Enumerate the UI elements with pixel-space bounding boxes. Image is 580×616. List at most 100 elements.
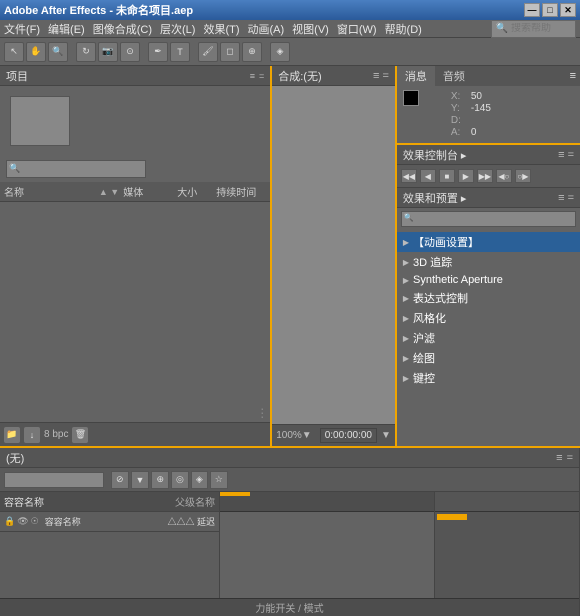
menu-effects[interactable]: 效果(T)	[203, 21, 239, 37]
item-label: 【动画设置】	[413, 234, 479, 250]
list-item[interactable]: ▶ 表达式控制	[397, 288, 580, 308]
ec-skip-back[interactable]: ◀◀	[401, 169, 417, 183]
brush-tool[interactable]: 🖌	[198, 42, 218, 62]
import-button[interactable]: ↓	[24, 427, 40, 443]
eraser-tool[interactable]: ◻	[220, 42, 240, 62]
comp-panel-title: 合成:(无)	[278, 68, 321, 84]
timeline-status: 力能开关 / 模式	[0, 598, 579, 616]
maximize-button[interactable]: □	[542, 3, 558, 17]
tl-btn-3[interactable]: ⊕	[151, 471, 169, 489]
trash-button[interactable]: 🗑	[72, 427, 88, 443]
zoom-tool[interactable]: 🔍	[48, 42, 68, 62]
col-duration-header: 持续时间	[216, 184, 266, 199]
menu-file[interactable]: 文件(F)	[4, 21, 40, 37]
sort-icon: ▲ ▼	[99, 187, 119, 197]
stamp-tool[interactable]: ⊕	[242, 42, 262, 62]
ec-back[interactable]: ◀	[420, 169, 436, 183]
tl-btn-1[interactable]: ⊘	[111, 471, 129, 489]
rotate-tool[interactable]: ↻	[76, 42, 96, 62]
info-row-y: Y: -145	[451, 103, 491, 114]
info-row-a: A: 0	[451, 127, 491, 138]
help-search-input[interactable]	[511, 23, 571, 34]
file-list[interactable]: ⋮	[0, 202, 270, 422]
tab-info[interactable]: 消息	[397, 66, 435, 86]
ec-next-key[interactable]: ○▶	[515, 169, 531, 183]
list-item[interactable]: ▶ 3D 追踪	[397, 252, 580, 272]
menu-help[interactable]: 帮助(D)	[385, 21, 422, 37]
new-folder-button[interactable]: 📁	[4, 427, 20, 443]
ep-search-input[interactable]	[401, 211, 576, 227]
list-item[interactable]: ▶ 风格化	[397, 308, 580, 328]
effects-presets-panel: 效果和预置 ▸ ≡ = 🔍 ▶ 【动画设置】 ▶ 3D	[397, 188, 580, 446]
list-item[interactable]: ▶ 键控	[397, 368, 580, 388]
tl-menu[interactable]: ≡	[556, 452, 562, 464]
ec-stop[interactable]: ■	[439, 169, 455, 183]
tl-btn-6[interactable]: ☆	[210, 471, 228, 489]
list-item[interactable]: ▶ 沪滤	[397, 328, 580, 348]
menu-composition[interactable]: 图像合成(C)	[93, 21, 152, 37]
ec-prev-key[interactable]: ◀○	[496, 169, 512, 183]
tl-btn-4[interactable]: ◎	[171, 471, 189, 489]
item-label: 风格化	[413, 310, 446, 326]
puppet-tool[interactable]: ◈	[270, 42, 290, 62]
project-search-input[interactable]	[6, 160, 146, 178]
project-search-bar: 🔍	[6, 160, 264, 178]
list-item[interactable]: ▶ 绘图	[397, 348, 580, 368]
menu-edit[interactable]: 编辑(E)	[48, 21, 85, 37]
ec-play[interactable]: ▶	[458, 169, 474, 183]
info-panel-menu[interactable]: ≡	[566, 66, 580, 86]
ec-toolbar: ◀◀ ◀ ■ ▶ ▶▶ ◀○ ○▶	[397, 165, 580, 187]
comp-bottom-bar: 100%▼ 0:00:00:00 ▼	[272, 424, 395, 446]
ep-title: 效果和预置 ▸	[403, 190, 467, 206]
tab-audio[interactable]: 音频	[435, 66, 473, 86]
comp-panel-collapse[interactable]: =	[382, 70, 388, 82]
tl-playhead	[220, 492, 250, 496]
composition-panel: 合成:(无) ≡ = 100%▼ 0:00:00:00 ▼	[272, 66, 397, 446]
panel-collapse-btn[interactable]: =	[259, 71, 264, 81]
ec-skip-fwd[interactable]: ▶▶	[477, 169, 493, 183]
tl-btn-5[interactable]: ◈	[191, 471, 208, 489]
menu-animation[interactable]: 动画(A)	[248, 21, 285, 37]
ep-header: 效果和预置 ▸ ≡ =	[397, 188, 580, 208]
ec-menu[interactable]: ≡	[558, 149, 564, 161]
panel-menu-btn[interactable]: ≡	[250, 71, 255, 81]
close-button[interactable]: ✕	[560, 3, 576, 17]
y-value: -145	[471, 103, 491, 114]
select-tool[interactable]: ↖	[4, 42, 24, 62]
hand-tool[interactable]: ✋	[26, 42, 46, 62]
text-tool[interactable]: T	[170, 42, 190, 62]
comp-panel-menu[interactable]: ≡	[373, 70, 379, 82]
camera-tool[interactable]: 📷	[98, 42, 118, 62]
expand-icon: ▶	[403, 294, 409, 303]
x-label: X:	[451, 91, 467, 102]
orbit-tool[interactable]: ⊙	[120, 42, 140, 62]
composition-view[interactable]	[272, 86, 395, 424]
comp-time: 0:00:00:00	[320, 428, 377, 443]
eye-icon: 👁	[17, 516, 28, 527]
panel-resize-handle[interactable]: ⋮	[256, 406, 268, 420]
tl-right-header	[435, 492, 579, 512]
list-item[interactable]: ▶ Synthetic Aperture	[397, 272, 580, 288]
timeline-search-input[interactable]	[4, 472, 104, 488]
project-search-icon: 🔍	[9, 163, 20, 174]
tl-collapse[interactable]: =	[567, 452, 573, 464]
pen-tool[interactable]: ✒	[148, 42, 168, 62]
minimize-button[interactable]: —	[524, 3, 540, 17]
menu-layer[interactable]: 层次(L)	[160, 21, 195, 37]
ec-collapse[interactable]: =	[568, 149, 574, 161]
item-label: 沪滤	[413, 330, 435, 346]
comp-panel-header: 合成:(无) ≡ =	[272, 66, 395, 86]
menu-bar: 文件(F) 编辑(E) 图像合成(C) 层次(L) 效果(T) 动画(A) 视图…	[0, 20, 580, 38]
ep-collapse[interactable]: =	[568, 192, 574, 204]
file-list-header: 名称 ▲ ▼ 媒体 大小 持续时间	[0, 182, 270, 202]
menu-window[interactable]: 窗口(W)	[337, 21, 377, 37]
tl-tracks	[220, 492, 434, 598]
tl-btn-2[interactable]: ▼	[131, 471, 150, 489]
bpc-label: 8 bpc	[44, 429, 68, 440]
list-item[interactable]: ▶ 【动画设置】	[397, 232, 580, 252]
timeline-title: (无)	[6, 450, 24, 466]
tl-comp-label: 容容名称	[4, 494, 44, 509]
ep-menu[interactable]: ≡	[558, 192, 564, 204]
tl-parent-label: 父级名称	[175, 494, 215, 509]
menu-view[interactable]: 视图(V)	[292, 21, 329, 37]
